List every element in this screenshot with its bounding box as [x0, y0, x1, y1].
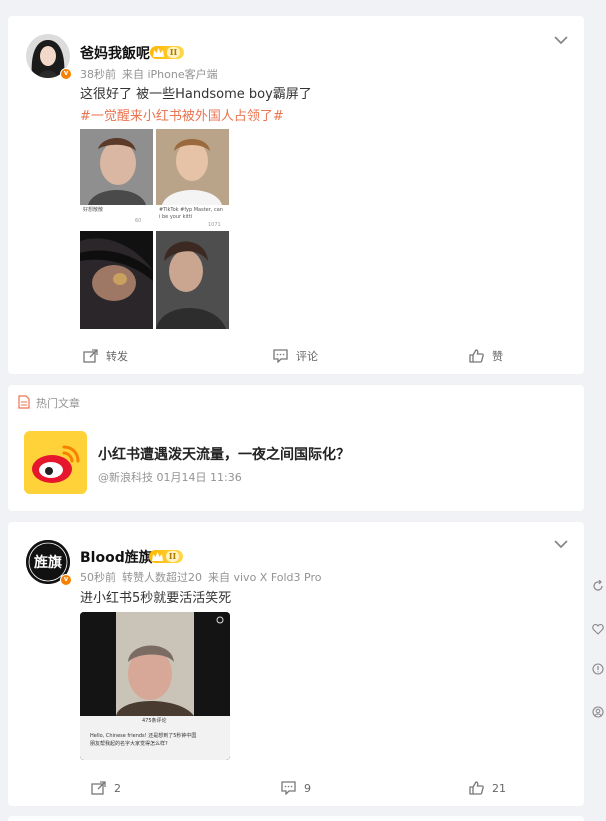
document-icon	[18, 395, 30, 409]
hot-article-title[interactable]: 小红书遭遇泼天流量，一夜之间国际化？	[98, 444, 350, 464]
grid-image-1[interactable]: 好想散散 60	[80, 129, 153, 229]
comment-count: 9	[304, 781, 311, 795]
comment-button[interactable]: 评论	[273, 342, 318, 370]
hot-article-card[interactable]: 热门文章 小红书遭遇泼天流量，一夜之间国际化？ @新浪科技 01月14日 11:…	[8, 385, 584, 511]
repost-button[interactable]: 转发	[83, 342, 128, 370]
post-video-thumbnail[interactable]: 475条评论 Hello, Chinese friends! 还是想到了5秒钟中…	[80, 612, 230, 760]
like-label: 赞	[492, 350, 503, 363]
like-button[interactable]: 赞	[469, 342, 503, 370]
hashtag-link[interactable]: #一觉醒来小红书被外国人占领了#	[80, 105, 284, 124]
member-level-badge[interactable]: II	[150, 46, 184, 59]
verified-badge-icon: v	[60, 574, 72, 586]
comment-label: 评论	[296, 350, 318, 363]
weibo-post-card: 旌旗 v Blood旌旗 II 50秒前 转赞人数超过20 来自 vivo X Fo…	[8, 522, 584, 806]
repost-button[interactable]: 2	[91, 774, 121, 802]
weibo-post-card: v 爸妈我飯呢 II 38秒前 来自 iPhone客户端 这很好了 被一些Hand…	[8, 16, 584, 374]
post-text: 这很好了 被一些Handsome boy霸屏了	[80, 87, 312, 102]
grid-image-2[interactable]: #TikTok #fyp Master, can i be your kitti…	[156, 129, 229, 229]
hot-article-label: 热门文章	[36, 397, 80, 410]
comment-button[interactable]: 9	[281, 774, 311, 802]
refresh-icon[interactable]	[592, 580, 604, 592]
grid-likes: 60	[135, 218, 142, 224]
member-level-badge[interactable]: II	[149, 550, 183, 563]
post-username[interactable]: 爸妈我飯呢	[80, 43, 150, 63]
post-time[interactable]: 38秒前	[80, 68, 116, 81]
alert-icon[interactable]	[592, 663, 604, 675]
crown-icon	[152, 552, 163, 561]
comment-icon	[281, 781, 296, 795]
verified-badge-icon: v	[60, 68, 72, 80]
level-number: II	[166, 551, 179, 562]
level-number: II	[167, 47, 180, 58]
post-repost-note: 转赞人数超过20	[122, 571, 202, 584]
grid-likes: 1071	[208, 222, 221, 228]
repost-count: 2	[114, 781, 121, 795]
post-source: 来自 iPhone客户端	[122, 68, 218, 81]
post-username[interactable]: Blood旌旗	[80, 547, 153, 567]
crown-icon	[153, 48, 164, 57]
thumbs-up-icon	[469, 349, 484, 363]
hot-article-source: @新浪科技 01月14日 11:36	[98, 471, 242, 484]
user-icon[interactable]	[592, 706, 604, 718]
heart-icon[interactable]	[592, 623, 604, 635]
grid-caption: #TikTok #fyp Master, can	[159, 207, 223, 213]
repost-icon	[83, 349, 98, 363]
grid-image-4[interactable]	[156, 231, 229, 329]
post-text: 进小红书5秒就要活活笑死	[80, 591, 232, 606]
thumbs-up-icon	[469, 781, 484, 795]
post-source: 来自 vivo X Fold3 Pro	[208, 571, 322, 584]
video-comment-header: 475条评论	[142, 718, 167, 724]
like-button[interactable]: 21	[469, 774, 506, 802]
post-time[interactable]: 50秒前	[80, 571, 116, 584]
post-meta: 38秒前 来自 iPhone客户端	[80, 66, 224, 82]
post-actions: 转发 评论 赞	[8, 342, 584, 370]
post-image-grid[interactable]: 好想散散 60 #TikTok #fyp Master, can i be yo…	[80, 129, 229, 329]
chevron-down-icon[interactable]	[554, 539, 568, 549]
grid-caption: 好想散散	[83, 207, 104, 213]
video-comment-text: 朋友帮我起的名字大家觉得怎么样?	[90, 741, 168, 747]
weibo-post-card	[8, 816, 584, 821]
post-meta: 50秒前 转赞人数超过20 来自 vivo X Fold3 Pro	[80, 569, 327, 585]
svg-text:旌旗: 旌旗	[34, 554, 62, 571]
grid-caption: i be your kitti	[159, 214, 193, 220]
chevron-down-icon[interactable]	[554, 35, 568, 45]
like-count: 21	[492, 781, 506, 795]
comment-icon	[273, 349, 288, 363]
post-actions: 2 9 21	[8, 774, 584, 802]
floating-toolbar	[592, 0, 606, 821]
repost-icon	[91, 781, 106, 795]
video-comment-text: Hello, Chinese friends! 还是想到了5秒钟中国	[90, 733, 197, 739]
repost-label: 转发	[106, 350, 128, 363]
grid-image-3[interactable]	[80, 231, 153, 329]
weibo-logo-icon[interactable]	[24, 431, 87, 494]
